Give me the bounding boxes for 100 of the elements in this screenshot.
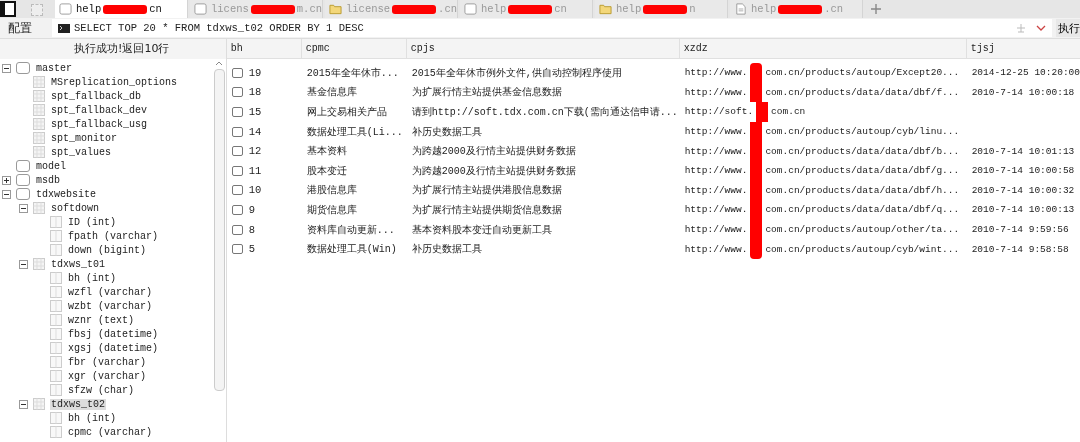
table-cell: com.cn/products/autoup/cyb/wint...: [765, 243, 960, 255]
table-cell: 2010-7-14 10:00:18: [971, 86, 1075, 98]
tree-item[interactable]: wzfl (varchar): [67, 286, 153, 298]
tree-item[interactable]: bh (int): [67, 412, 117, 424]
column-header[interactable]: xzdz: [678, 39, 966, 58]
tree-item[interactable]: sfzw (char): [67, 384, 135, 396]
table-cell: http://www.: [684, 184, 748, 196]
tree-item[interactable]: fpath (varchar): [67, 230, 159, 242]
tree-item[interactable]: bh (int): [67, 272, 117, 284]
column-icon: [50, 272, 62, 284]
table-cell-text: 基本资料: [305, 144, 348, 159]
table-cell-text: 为扩展行情主站提供期货信息数据: [410, 203, 563, 217]
table-cell: com.cn/products/autoup/other/ta...: [765, 224, 960, 236]
table-cell: com.cn/products/data/data/dbf/h...: [765, 184, 960, 196]
redaction-mark: [750, 121, 763, 142]
row-checkbox[interactable]: [231, 107, 243, 117]
expand-toggle[interactable]: [19, 399, 28, 409]
page-icon: [464, 3, 477, 15]
scroll-up-icon[interactable]: [215, 61, 224, 66]
table-icon: [33, 76, 45, 88]
expand-toggle[interactable]: [2, 175, 11, 185]
column-header[interactable]: tjsj: [965, 39, 1080, 58]
tree-item[interactable]: softdown: [50, 202, 100, 214]
tree-item[interactable]: tdxws_t01: [50, 258, 106, 270]
expand-toggle[interactable]: [2, 189, 11, 199]
row-checkbox[interactable]: [231, 244, 243, 255]
column-header[interactable]: cpmc: [300, 39, 406, 58]
row-checkbox[interactable]: [231, 87, 243, 98]
tree-item[interactable]: down (bigint): [67, 244, 147, 256]
redaction-mark: [250, 4, 295, 14]
tree-item[interactable]: fbsj (datetime): [67, 328, 159, 340]
panel-icon[interactable]: [0, 1, 16, 17]
expand-toggle[interactable]: [19, 203, 28, 213]
database-icon: [16, 174, 30, 186]
table-cell: http://www.: [684, 165, 748, 177]
tree-item[interactable]: master: [35, 62, 73, 74]
table-cell: http://soft.: [684, 106, 754, 118]
run-button[interactable]: 执行: [1056, 19, 1080, 37]
status-message: 执行成功!返回10行: [0, 39, 226, 59]
redaction-mark: [750, 63, 763, 83]
table-cell-text: 请到http://soft.tdx.com.cn下载(需向通达信申请...: [410, 105, 679, 119]
table-cell: 5: [248, 243, 255, 256]
table-cell: 11: [248, 164, 262, 177]
table-icon: [33, 202, 45, 214]
tree-item[interactable]: MSreplication_options: [50, 76, 179, 88]
redaction-mark: [778, 4, 823, 14]
table-cell: com.cn/products/data/data/dbf/g...: [765, 165, 960, 177]
table-cell: 2010-7-14 10:01:13: [971, 145, 1075, 157]
tree-item[interactable]: tdxws_t02: [50, 398, 106, 410]
tree-item[interactable]: spt_fallback_db: [50, 90, 142, 102]
database-icon: [16, 188, 30, 200]
config-label[interactable]: 配置: [0, 19, 52, 37]
tree-item[interactable]: spt_values: [50, 146, 112, 158]
redaction-mark: [750, 82, 763, 103]
expand-toggle[interactable]: [2, 63, 11, 73]
browser-tab[interactable]: help cn: [55, 0, 188, 18]
table-cell: 2010-7-14 10:00:32: [971, 184, 1075, 196]
table-icon: [33, 132, 45, 144]
tree-item[interactable]: spt_monitor: [50, 132, 118, 144]
tree-item[interactable]: cpmc (varchar): [67, 426, 153, 438]
tree-item[interactable]: xgr (varchar): [67, 370, 147, 382]
table-cell-text: 为跨越2000及行情主站提供财务数据: [410, 164, 577, 178]
row-checkbox[interactable]: [231, 67, 243, 78]
table-cell: 2010-7-14 10:00:13: [971, 204, 1075, 216]
column-header[interactable]: cpjs: [405, 39, 679, 58]
column-header[interactable]: bh: [226, 39, 301, 58]
row-checkbox[interactable]: [231, 146, 243, 157]
tree-item[interactable]: spt_fallback_usg: [50, 118, 148, 130]
folder-icon: [329, 3, 342, 15]
tree-item[interactable]: wznr (text): [67, 314, 135, 326]
table-cell-text: 股本变迁: [305, 164, 348, 178]
row-checkbox[interactable]: [231, 126, 243, 137]
table-cell: 2010-7-14 9:58:58: [971, 243, 1069, 255]
row-checkbox[interactable]: [231, 165, 243, 176]
tree-item[interactable]: spt_fallback_dev: [50, 104, 148, 116]
column-icon: [50, 356, 62, 368]
table-cell-text: 基金信息库: [305, 85, 358, 100]
table-cell: 2014-12-25 10:20:00: [971, 67, 1080, 79]
table-cell-text: 资料库自动更新...: [305, 223, 396, 237]
table-cell-text: 2015年全年休市...: [305, 66, 400, 80]
query-field[interactable]: SELECT TOP 20 * FROM tdxws_t02 ORDER BY 1 DESC: [52, 19, 1052, 37]
table-icon: [33, 104, 45, 116]
tree-item[interactable]: xgsj (datetime): [67, 342, 159, 354]
table-cell-text: 为扩展行情主站提供港股信息数据: [410, 183, 563, 198]
tree-item[interactable]: model: [35, 160, 67, 172]
row-checkbox[interactable]: [231, 204, 243, 215]
expand-toggle[interactable]: [19, 259, 28, 269]
table-cell: http://www.: [684, 145, 748, 157]
tree-item[interactable]: msdb: [35, 174, 61, 186]
tree-item[interactable]: fbr (varchar): [67, 356, 147, 368]
table-cell-text: 网上交易相关产品: [305, 105, 388, 119]
table-cell: com.cn/products/autoup/Except20...: [765, 67, 960, 79]
dropdown-icon[interactable]: [1036, 23, 1046, 33]
tree-item[interactable]: wzbt (varchar): [67, 300, 153, 312]
row-checkbox[interactable]: [231, 185, 243, 196]
table-cell-text: 港股信息库: [305, 183, 358, 198]
scrollbar-thumb[interactable]: [213, 69, 225, 391]
row-checkbox[interactable]: [231, 224, 243, 235]
tree-item[interactable]: tdxwebsite: [35, 188, 97, 200]
tree-item[interactable]: ID (int): [67, 216, 117, 228]
